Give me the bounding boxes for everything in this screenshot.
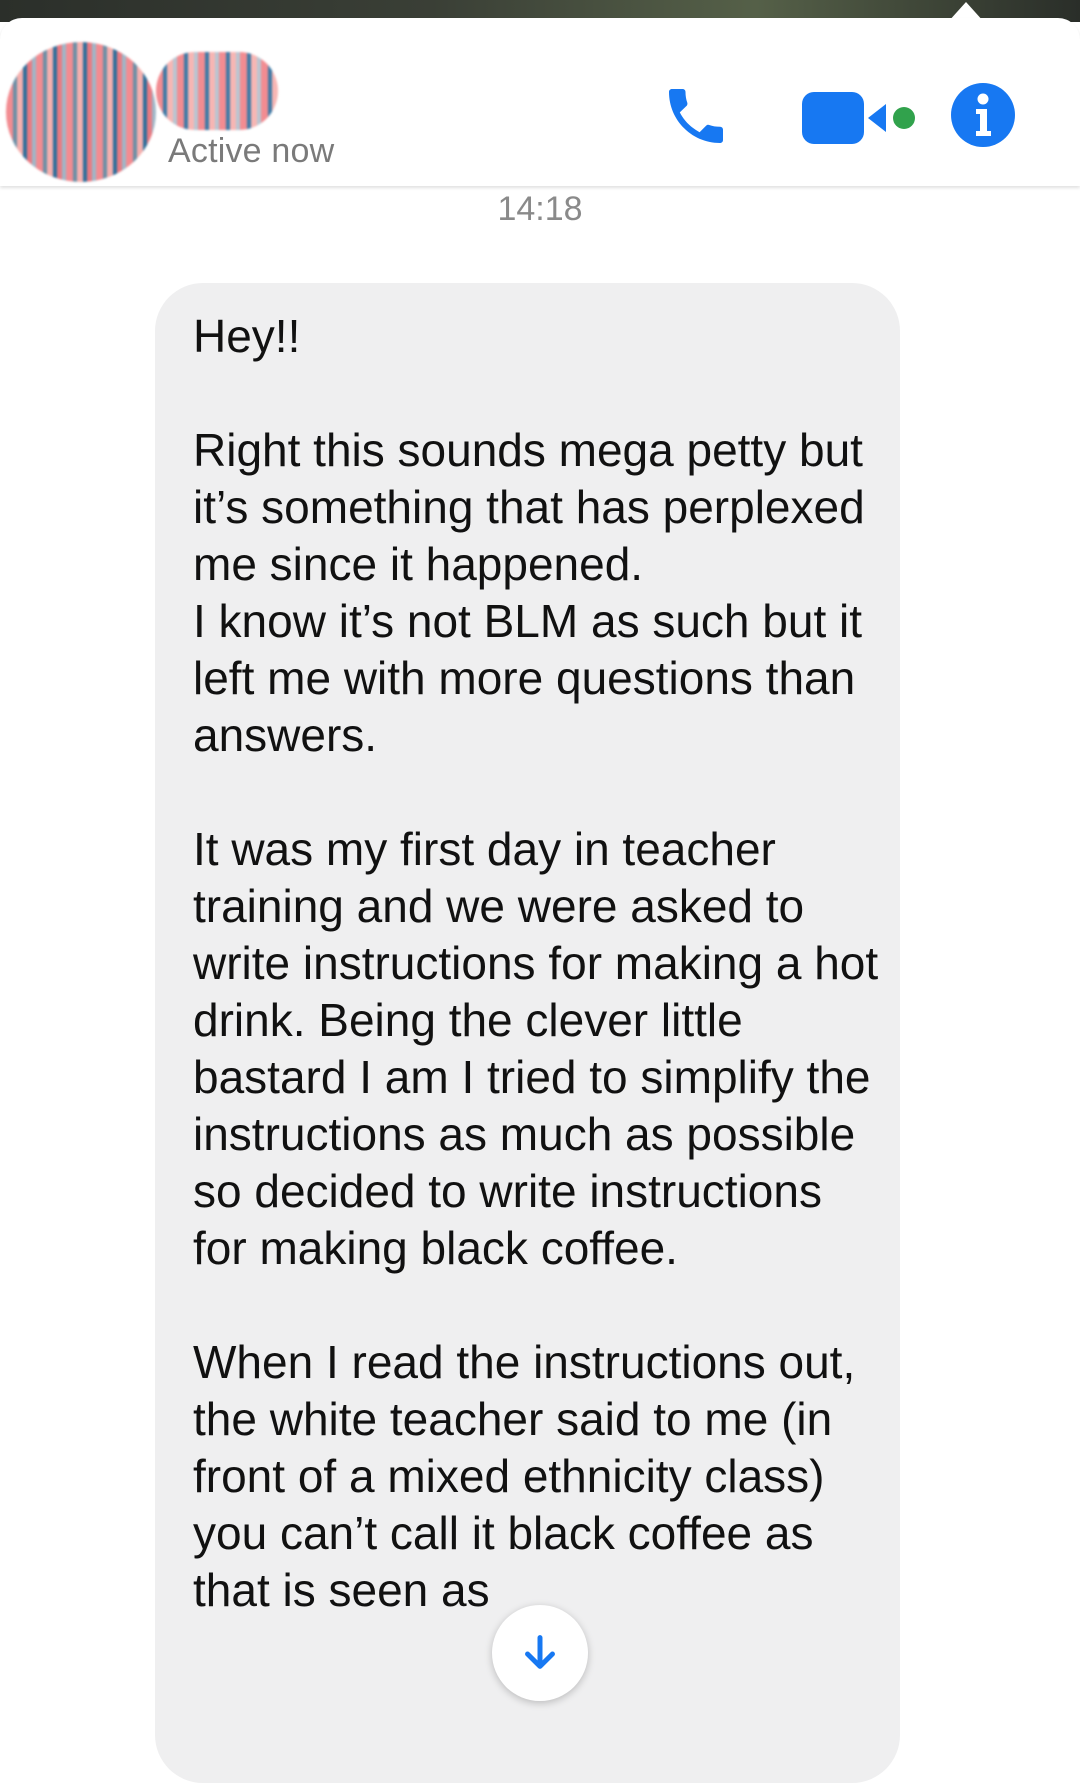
message-paragraph: Hey!! [193, 310, 301, 362]
arrow-down-icon [525, 1635, 555, 1669]
message-paragraph: Right this sounds mega petty but it’s so… [193, 424, 865, 761]
message-paragraph: When I read the instructions out, the wh… [193, 1336, 856, 1616]
contact-name-redacted[interactable] [156, 52, 278, 130]
message-paragraph: It was my first day in teacher training … [193, 823, 879, 1274]
scroll-to-bottom-button[interactable] [492, 1605, 588, 1701]
message-timestamp: 14:18 [497, 190, 583, 228]
message-text: Hey!! Right this sounds mega petty but i… [193, 308, 883, 1676]
video-camera-icon[interactable] [800, 88, 916, 148]
active-status: Active now [168, 132, 335, 170]
avatar[interactable] [6, 42, 156, 182]
chat-header: Active now [0, 18, 1080, 186]
phone-icon[interactable] [660, 80, 732, 152]
info-icon[interactable] [950, 82, 1016, 148]
